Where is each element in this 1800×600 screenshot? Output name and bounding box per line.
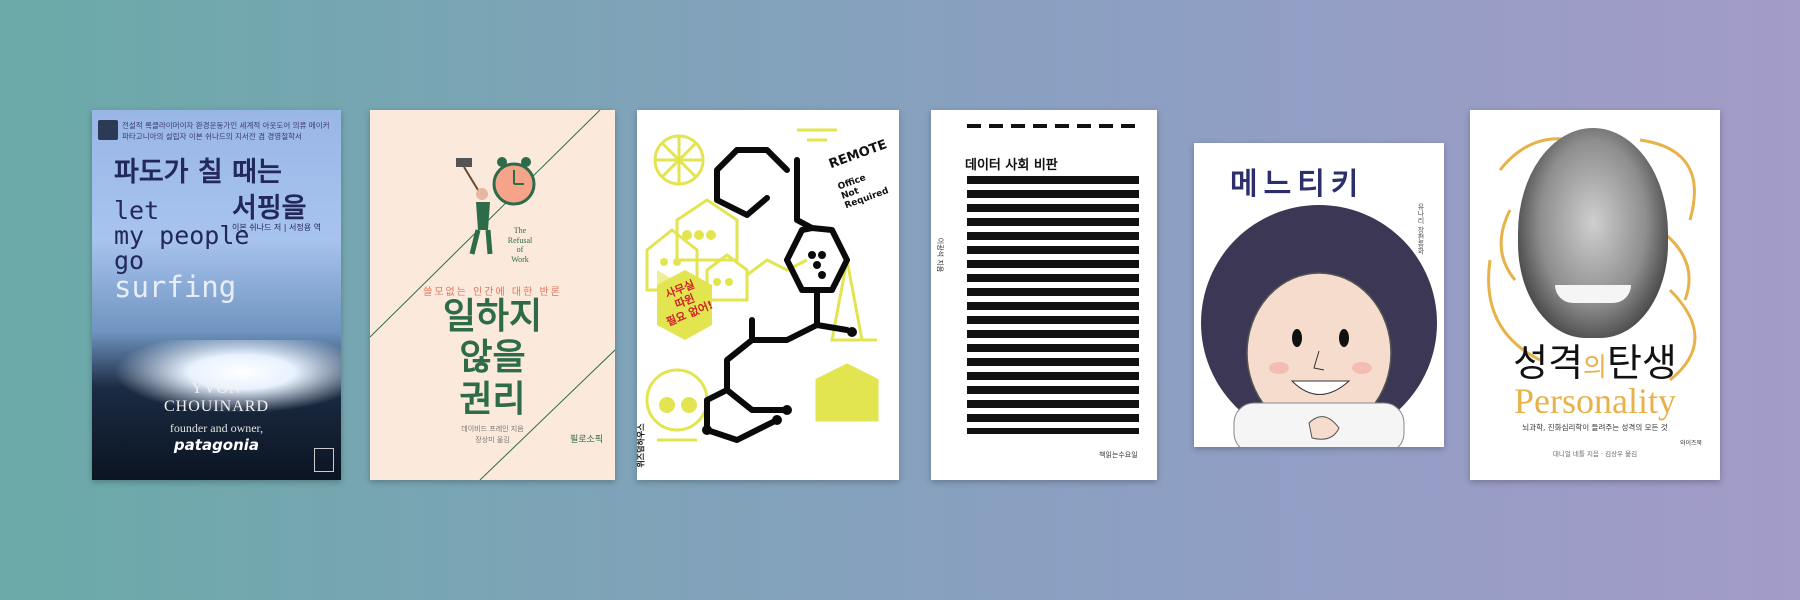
redacted-header — [967, 124, 1139, 128]
title-english: Personality — [1514, 381, 1676, 421]
climber-icon — [98, 120, 118, 140]
girl-illustration — [1201, 205, 1437, 447]
title: 데이터 사회 비판 — [965, 158, 1058, 173]
title-glyphs: 메느티키 — [1230, 167, 1365, 202]
title-english: let my people go surfing — [114, 196, 250, 304]
publisher-logo: 위즈덤하우스 — [637, 423, 646, 468]
book-cover-data-society[interactable]: 데이터 사회 비판 이광석 지음 책읽는수요일 — [931, 110, 1157, 480]
title-korean: 성격의탄생 — [1513, 341, 1677, 385]
author-name: YVON CHOUINARD — [164, 380, 269, 415]
cover-blurb: 전설적 록클라이머이자 환경운동가인 세계적 아웃도어 의류 메이커 파타고니아… — [122, 121, 330, 142]
publisher-logo: 필로소픽 — [570, 435, 604, 445]
redacted-text-block — [967, 176, 1139, 434]
book-cover-refusal-of-work[interactable]: The Refusal of Work 쓸모없는 인간에 대한 반론 일하지 않… — [370, 110, 615, 480]
title: 일하지 않을 권리 — [442, 296, 543, 420]
book-cover-personality[interactable]: 성격의탄생 Personality 뇌과학, 진화심리학이 들려주는 성격의 모… — [1470, 110, 1720, 480]
brand-logo: patagonia — [173, 436, 260, 454]
english-title: The Refusal of Work — [507, 226, 533, 264]
book-cover-remote[interactable]: REMOTE Office Not Required 사무실 따윈 필요 없어!… — [637, 110, 899, 480]
face-photo — [1518, 128, 1668, 338]
author-spine: 이광석 지음 — [936, 237, 945, 273]
title-korean-1: 파도가 칠 때는 — [114, 157, 282, 188]
subtitle: 뇌과학, 진화심리학이 들려주는 성격의 모든 것 — [1522, 423, 1668, 432]
credits: 대니얼 네틀 지음 · 김상우 옮김 — [1552, 450, 1638, 458]
publisher-logo: 와이즈북 — [1680, 440, 1703, 447]
publisher-logo — [314, 448, 334, 472]
tagline: founder and owner, — [169, 421, 264, 435]
publisher-logo: 책읽는수요일 — [1099, 451, 1138, 459]
book-cover-surfing[interactable]: 전설적 록클라이머이자 환경운동가인 세계적 아웃도어 의류 메이커 파타고니아… — [92, 110, 341, 480]
book-cover-girl[interactable]: 메느티키 유나리 장편동화 — [1194, 143, 1444, 447]
smile — [1555, 285, 1631, 303]
alarm-clock-icon — [492, 157, 536, 206]
